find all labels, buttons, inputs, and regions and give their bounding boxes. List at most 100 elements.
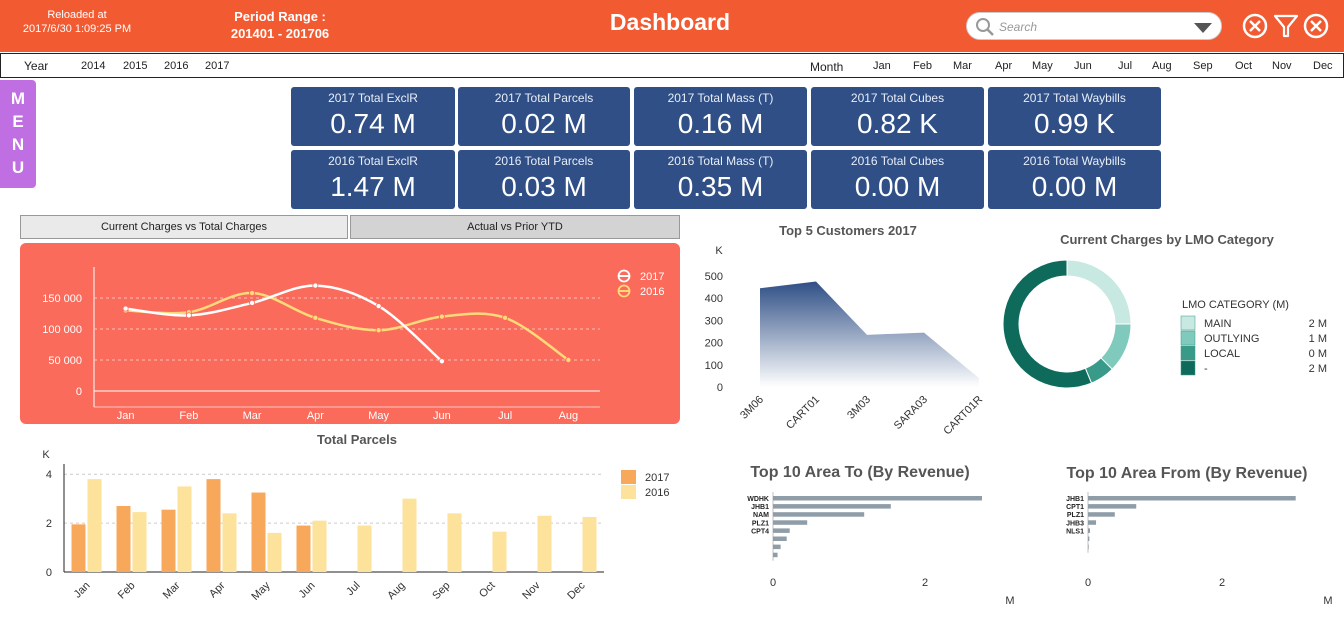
data-point (249, 299, 256, 306)
lmo-category-donut: LMO CATEGORY (M) MAIN 2 M OUTLYING 1 M LOCAL 0… (1002, 259, 1327, 389)
x-tick-label: Jul (498, 410, 512, 422)
x-tick-label: 2 (1219, 577, 1225, 589)
y-tick-label: CPT4 (751, 528, 769, 535)
month-option[interactable]: Nov (1272, 60, 1292, 72)
kpi-card: 2016 Total ExclR 1.47 M (291, 150, 455, 209)
year-option[interactable]: 2015 (123, 60, 147, 72)
month-option[interactable]: Jan (873, 60, 891, 72)
bar-2016 (312, 520, 327, 572)
x-tick-label: Jun (297, 580, 318, 601)
bar (1088, 512, 1115, 517)
chevron-down-icon[interactable] (1193, 22, 1213, 34)
reloaded-label: Reloaded at (47, 9, 107, 21)
y-tick-label: 50 000 (48, 355, 82, 367)
x-tick-label: Oct (477, 580, 498, 601)
x-unit-label: M (1005, 595, 1014, 607)
x-tick-label: Jun (433, 410, 451, 422)
chart-title: Top 5 Customers 2017 (779, 223, 917, 238)
data-point (438, 358, 445, 365)
legend-label: - (1204, 363, 1208, 375)
bar-2017 (251, 492, 266, 572)
kpi-label: 2016 Total ExclR (328, 154, 418, 168)
kpi-card: 2016 Total Parcels 0.03 M (458, 150, 630, 209)
donut-slice (1066, 259, 1132, 325)
data-point (438, 313, 445, 320)
bar-2016 (177, 486, 192, 572)
kpi-label: 2017 Total ExclR (328, 91, 418, 105)
bar (773, 536, 787, 541)
x-tick-label: Aug (559, 410, 579, 422)
x-tick-label: Jul (344, 580, 362, 598)
x-unit-label: M (1323, 595, 1332, 607)
close-icon[interactable] (1303, 13, 1329, 39)
y-tick-label: 0 (46, 567, 52, 579)
kpi-value: 1.47 M (330, 171, 416, 202)
bar (1088, 504, 1137, 509)
y-tick-label: 400 (705, 293, 723, 305)
month-option[interactable]: Oct (1235, 60, 1252, 72)
month-option[interactable]: Apr (995, 60, 1012, 72)
y-tick-label: JHB1 (1066, 496, 1084, 503)
x-tick-label: 2 (922, 577, 928, 589)
x-tick-label: May (368, 410, 389, 422)
kpi-card: 2016 Total Mass (T) 0.35 M (634, 150, 807, 209)
y-tick-label: NLS1 (1066, 528, 1084, 535)
year-option[interactable]: 2016 (164, 60, 188, 72)
year-option[interactable]: 2017 (205, 60, 229, 72)
legend-label: OUTLYING (1204, 333, 1259, 345)
kpi-label: 2016 Total Cubes (850, 154, 945, 168)
kpi-value: 0.03 M (501, 171, 587, 202)
kpi-value: 0.16 M (677, 108, 764, 139)
top-area-to-chart: WDHKJHB1NAMPLZ1CPT4 0 2 M (747, 492, 1015, 607)
month-option[interactable]: Feb (913, 60, 932, 72)
chart-background (20, 243, 680, 424)
filter-icon[interactable] (1273, 13, 1299, 39)
legend-label: 2017 (640, 271, 664, 283)
search-input[interactable]: Search (966, 12, 1222, 40)
menu-button[interactable]: M E N U (0, 80, 36, 188)
bar-2016 (582, 517, 597, 572)
x-tick-label: CART01 (784, 394, 822, 432)
month-option[interactable]: Jun (1074, 60, 1092, 72)
legend-label: 2016 (645, 487, 669, 499)
data-point (375, 327, 382, 334)
kpi-label: 2017 Total Mass (T) (667, 91, 774, 105)
bar-2016 (357, 525, 372, 572)
x-tick-label: Mar (161, 579, 183, 601)
x-tick-label: Mar (243, 410, 262, 422)
kpi-value: 0.74 M (330, 108, 416, 139)
kpi-label: 2017 Total Waybills (1023, 91, 1126, 105)
legend-swatch (621, 485, 636, 499)
data-point (122, 305, 129, 312)
month-option[interactable]: Sep (1193, 60, 1213, 72)
x-tick-label: 0 (770, 577, 776, 589)
month-option[interactable]: Jul (1118, 60, 1132, 72)
tab-actual-vs-prior[interactable]: Actual vs Prior YTD (350, 215, 680, 239)
kpi-label: 2016 Total Parcels (494, 154, 594, 168)
menu-letter: M (10, 89, 26, 108)
y-tick-label: JHB3 (1066, 520, 1084, 527)
legend-value: 2 M (1309, 318, 1327, 330)
legend-label: 2017 (645, 472, 669, 484)
tab-current-vs-total[interactable]: Current Charges vs Total Charges (20, 215, 348, 239)
month-option[interactable]: Aug (1152, 60, 1172, 72)
kpi-value: 0.02 M (501, 108, 587, 139)
x-tick-label: May (249, 579, 273, 603)
bar-2016 (87, 479, 102, 572)
y-tick-label: 100 (705, 360, 723, 372)
kpi-card: 2017 Total ExclR 0.74 M (291, 87, 455, 146)
x-tick-label: CART01R (941, 394, 985, 438)
year-option[interactable]: 2014 (81, 60, 105, 72)
clear-selection-icon[interactable] (1242, 13, 1268, 39)
charges-line-chart: 0 50 000 100 000 150 000 Jan Feb Mar Apr May Jun J… (20, 243, 680, 424)
month-option[interactable]: Mar (953, 60, 972, 72)
legend-swatch (1180, 330, 1196, 346)
y-tick-label: JHB1 (751, 504, 769, 511)
y-tick-label: 300 (705, 315, 723, 327)
chart-title: Top 10 Area To (By Revenue) (750, 464, 970, 481)
data-point (249, 290, 256, 297)
y-tick-label: PLZ1 (752, 520, 769, 527)
month-option[interactable]: Dec (1313, 60, 1333, 72)
y-tick-label: 0 (717, 382, 723, 394)
month-option[interactable]: May (1032, 60, 1053, 72)
